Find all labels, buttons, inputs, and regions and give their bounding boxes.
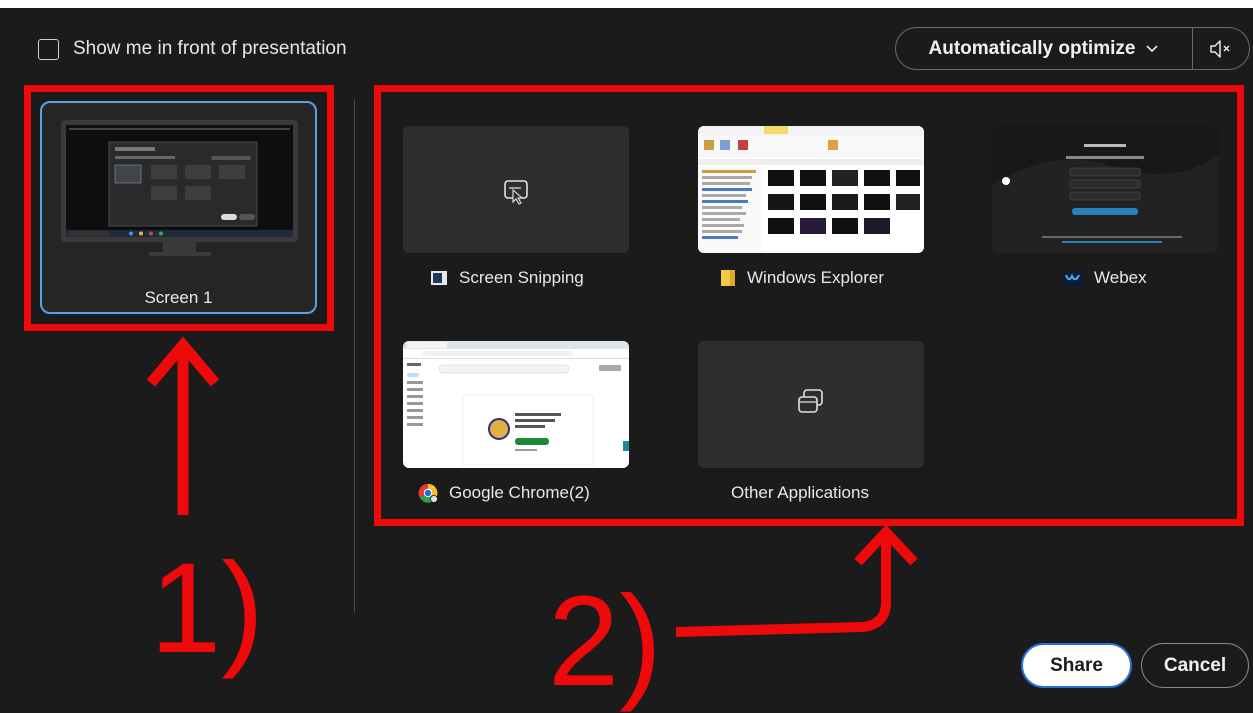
annotation-label-2: 2) xyxy=(548,570,662,713)
annotation-label-1: 1) xyxy=(150,537,264,680)
annotation-arrow-2 xyxy=(675,538,891,637)
share-button[interactable]: Share xyxy=(1021,643,1132,688)
cancel-button[interactable]: Cancel xyxy=(1141,643,1249,688)
